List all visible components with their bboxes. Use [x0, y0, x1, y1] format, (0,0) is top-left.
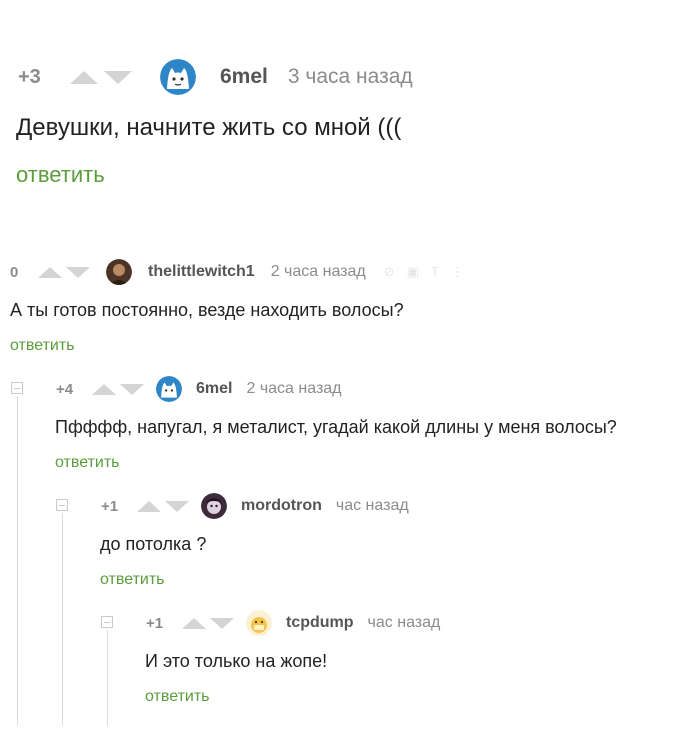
comment-header: +1 mordotron час назад	[101, 493, 409, 519]
rating-value: 0	[10, 263, 19, 281]
collapse-thread-button[interactable]	[11, 382, 23, 394]
downvote-arrow-icon[interactable]	[120, 383, 144, 395]
upvote-arrow-icon[interactable]	[137, 500, 161, 512]
thread-line[interactable]	[17, 396, 18, 726]
comment-text: Девушки, начните жить со мной (((	[16, 114, 402, 141]
comment-header: 0 thelittlewitch1 2 часа назад ⊘ ▣ T ⋮	[10, 259, 464, 285]
author-name[interactable]: 6mel	[220, 65, 268, 89]
upvote-arrow-icon[interactable]	[38, 266, 62, 278]
face-avatar-icon[interactable]	[201, 493, 227, 519]
upvote-arrow-icon[interactable]	[92, 383, 116, 395]
comment-time[interactable]: 2 часа назад	[246, 380, 341, 398]
comment-hover-icons: ⊘ ▣ T ⋮	[384, 264, 464, 280]
comment-time[interactable]: час назад	[336, 497, 409, 515]
author-name[interactable]: mordotron	[241, 497, 322, 515]
upvote-arrow-icon[interactable]	[182, 617, 206, 629]
rating-value: +1	[101, 497, 119, 515]
reply-link[interactable]: ответить	[16, 162, 105, 188]
reply-link[interactable]: ответить	[100, 571, 165, 589]
downvote-arrow-icon[interactable]	[66, 266, 90, 278]
save-icon[interactable]: ▣	[407, 264, 419, 280]
downvote-arrow-icon[interactable]	[165, 500, 189, 512]
reply-link[interactable]: ответить	[10, 337, 75, 355]
collapse-thread-button[interactable]	[56, 499, 68, 511]
comment-time[interactable]: 2 часа назад	[271, 263, 366, 281]
rating-value: +3	[18, 65, 41, 88]
link-icon[interactable]: ⊘	[384, 264, 395, 280]
cartoon-avatar-icon[interactable]	[246, 610, 272, 636]
downvote-arrow-icon[interactable]	[104, 70, 132, 84]
more-icon[interactable]: ⋮	[451, 264, 464, 280]
thread-line[interactable]	[107, 630, 108, 726]
text-icon[interactable]: T	[431, 264, 439, 280]
comment-header: +1 tcpdump час назад	[146, 610, 440, 636]
downvote-arrow-icon[interactable]	[210, 617, 234, 629]
upvote-arrow-icon[interactable]	[70, 70, 98, 84]
reply-link[interactable]: ответить	[145, 688, 210, 706]
comment-header: +4 6mel 2 часа назад	[56, 376, 342, 402]
cat-avatar-icon[interactable]	[156, 376, 182, 402]
collapse-thread-button[interactable]	[101, 616, 113, 628]
thread-line[interactable]	[62, 513, 63, 726]
comment-text: А ты готов постоянно, везде находить вол…	[10, 300, 404, 320]
photo-avatar-icon[interactable]	[106, 259, 132, 285]
reply-link[interactable]: ответить	[55, 454, 120, 472]
rating-value: +4	[56, 380, 74, 398]
rating-value: +1	[146, 614, 164, 632]
comment-time[interactable]: 3 часа назад	[288, 65, 413, 89]
comment-text: до потолка ?	[100, 534, 207, 554]
author-name[interactable]: tcpdump	[286, 614, 354, 632]
comment-time[interactable]: час назад	[368, 614, 441, 632]
comment-header: +3 6mel 3 часа назад	[18, 59, 413, 95]
comment-text: Пфффф, напугал, я металист, угадай какой…	[55, 417, 617, 437]
comment-text: И это только на жопе!	[145, 651, 328, 671]
author-name[interactable]: thelittlewitch1	[148, 263, 255, 281]
author-name[interactable]: 6mel	[196, 380, 232, 398]
cat-avatar-icon[interactable]	[160, 59, 196, 95]
